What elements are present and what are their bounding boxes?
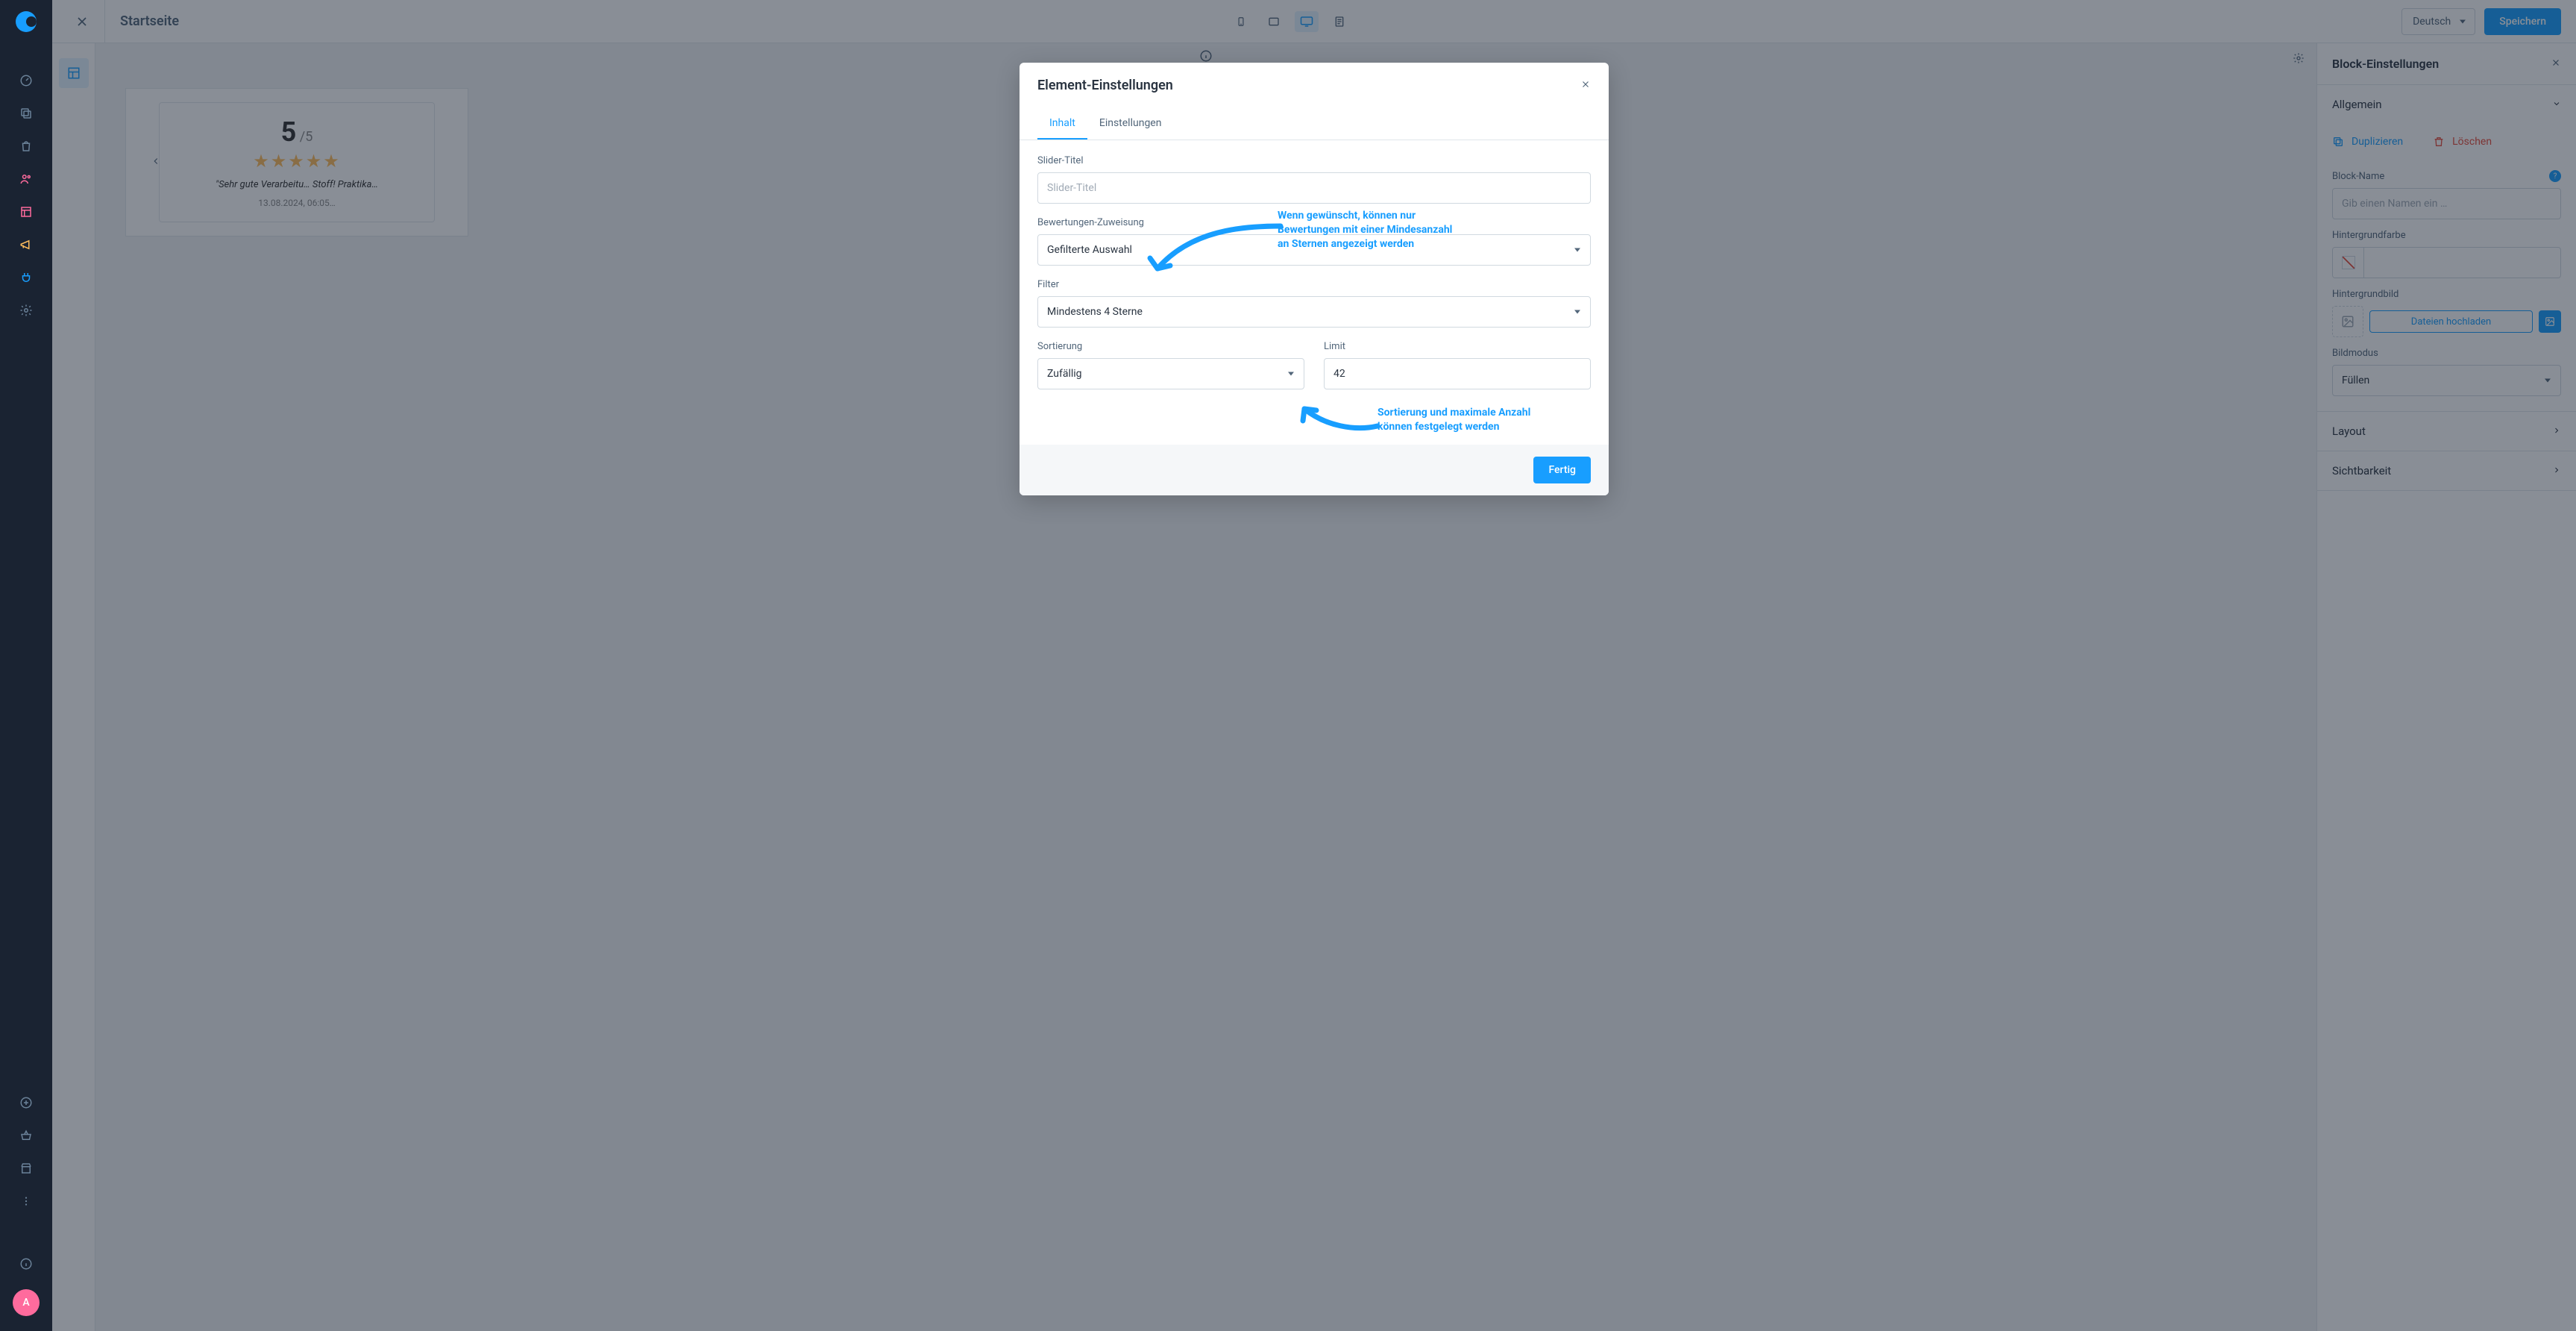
- modal-title: Element-Einstellungen: [1037, 78, 1173, 93]
- users-icon: [19, 172, 33, 186]
- nav-marketing[interactable]: [0, 228, 52, 261]
- element-settings-modal: Element-Einstellungen Inhalt Einstellung…: [1020, 63, 1609, 495]
- nav-more[interactable]: [0, 1185, 52, 1218]
- dots-vertical-icon: [19, 1194, 33, 1208]
- filter-select[interactable]: [1037, 296, 1591, 328]
- close-icon: [1580, 79, 1591, 90]
- nav-content[interactable]: [0, 195, 52, 228]
- nav-add[interactable]: [0, 1086, 52, 1119]
- filter-label: Filter: [1037, 279, 1591, 290]
- nav-dashboard[interactable]: [0, 64, 52, 97]
- done-button[interactable]: Fertig: [1533, 457, 1591, 483]
- sort-label: Sortierung: [1037, 341, 1304, 352]
- modal-scrim[interactable]: Element-Einstellungen Inhalt Einstellung…: [52, 0, 2576, 1331]
- nav-help[interactable]: [0, 1247, 52, 1280]
- megaphone-icon: [19, 238, 33, 251]
- annotation-1: Wenn gewünscht, können nur Bewertungen m…: [1278, 209, 1516, 251]
- nav-settings[interactable]: [0, 294, 52, 327]
- copy-icon: [19, 107, 33, 120]
- nav-catalogues[interactable]: [0, 97, 52, 130]
- tab-content[interactable]: Inhalt: [1037, 108, 1087, 140]
- limit-label: Limit: [1324, 341, 1591, 352]
- nav-shop[interactable]: [0, 1119, 52, 1152]
- nav-extensions[interactable]: [0, 261, 52, 294]
- info-circle-icon: [19, 1257, 33, 1271]
- app-logo[interactable]: [0, 0, 52, 43]
- annotation-2: Sortierung und maximale Anzahl können fe…: [1377, 406, 1586, 434]
- nav-rail: A: [0, 0, 52, 1331]
- slider-title-label: Slider-Titel: [1037, 155, 1591, 166]
- basket-icon: [19, 1129, 33, 1142]
- content-icon: [19, 205, 33, 219]
- gauge-icon: [19, 74, 33, 87]
- slider-title-input[interactable]: [1037, 172, 1591, 204]
- limit-input[interactable]: [1324, 358, 1591, 389]
- gear-icon: [19, 304, 33, 317]
- plus-circle-icon: [19, 1096, 33, 1109]
- storefront-icon: [19, 1162, 33, 1175]
- bag-icon: [19, 140, 33, 153]
- plug-icon: [19, 271, 33, 284]
- nav-store[interactable]: [0, 1152, 52, 1185]
- main-area: Startseite Deutsch Speichern 5 /5 ★★★★★: [52, 0, 2576, 1331]
- user-avatar[interactable]: A: [13, 1289, 40, 1316]
- modal-close-button[interactable]: [1580, 78, 1591, 93]
- nav-orders[interactable]: [0, 130, 52, 163]
- tab-settings[interactable]: Einstellungen: [1087, 108, 1174, 140]
- nav-customers[interactable]: [0, 163, 52, 195]
- sort-select[interactable]: [1037, 358, 1304, 389]
